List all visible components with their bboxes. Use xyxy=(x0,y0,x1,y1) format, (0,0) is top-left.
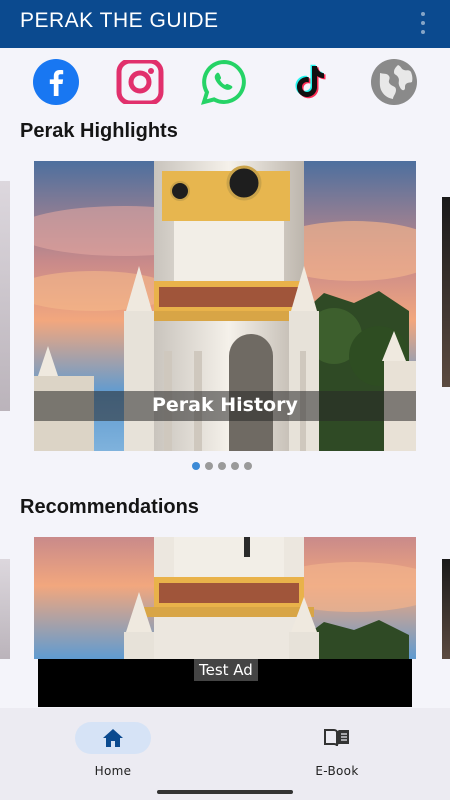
recommendations-heading: Recommendations xyxy=(20,496,199,518)
highlights-carousel[interactable]: Perak History xyxy=(0,161,450,453)
app-title: PERAK THE GUIDE xyxy=(20,9,219,32)
facebook-icon[interactable] xyxy=(32,59,80,105)
recommendations-carousel[interactable] xyxy=(0,537,450,659)
ad-label: Test Ad xyxy=(194,659,258,681)
nav-home[interactable]: Home xyxy=(63,720,163,780)
carousel-dot[interactable] xyxy=(218,462,226,470)
nav-ebook-pill xyxy=(299,722,375,754)
highlight-card[interactable]: Perak History xyxy=(34,161,416,451)
previous-recommendation-peek[interactable] xyxy=(0,559,10,659)
next-recommendation-peek[interactable] xyxy=(442,559,450,659)
carousel-dot[interactable] xyxy=(244,462,252,470)
carousel-indicator xyxy=(192,462,252,470)
previous-slide-peek[interactable] xyxy=(0,181,10,411)
instagram-icon[interactable] xyxy=(116,60,164,104)
home-icon xyxy=(103,729,123,747)
highlights-heading: Perak Highlights xyxy=(20,120,178,142)
book-open-icon xyxy=(324,729,349,747)
carousel-dot[interactable] xyxy=(231,462,239,470)
app-bar: PERAK THE GUIDE xyxy=(0,0,450,48)
ad-banner[interactable]: Test Ad xyxy=(38,659,412,707)
carousel-dot[interactable] xyxy=(205,462,213,470)
nav-ebook-label: E-Book xyxy=(315,764,359,778)
globe-icon[interactable] xyxy=(370,59,418,105)
carousel-dot[interactable] xyxy=(192,462,200,470)
nav-home-pill xyxy=(75,722,151,754)
slide-caption-bar: Perak History xyxy=(34,391,416,421)
system-home-indicator[interactable] xyxy=(157,790,293,794)
whatsapp-icon[interactable] xyxy=(200,59,248,105)
clock-tower-image xyxy=(34,537,416,659)
social-links xyxy=(0,56,450,106)
slide-caption: Perak History xyxy=(152,394,298,416)
next-slide-peek[interactable] xyxy=(442,197,450,387)
recommendation-card[interactable] xyxy=(34,537,416,659)
bottom-navigation: Home E-Book xyxy=(0,708,450,800)
nav-ebook[interactable]: E-Book xyxy=(287,720,387,780)
tiktok-icon[interactable] xyxy=(286,60,334,104)
nav-home-label: Home xyxy=(94,764,132,778)
overflow-menu-icon[interactable] xyxy=(420,12,426,34)
